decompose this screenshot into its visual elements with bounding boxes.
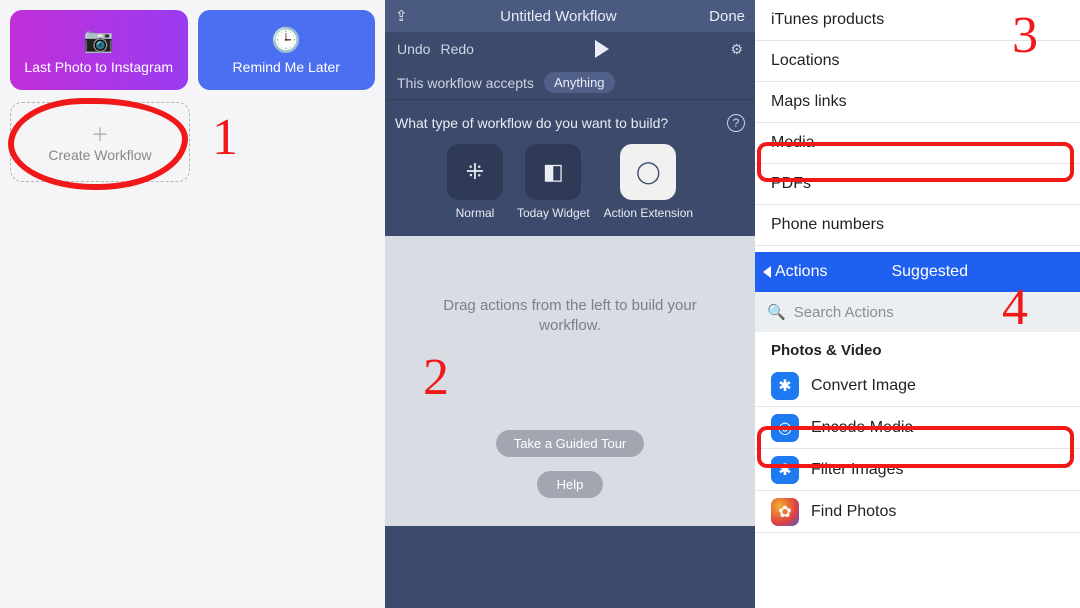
category-item-media[interactable]: Media [755, 123, 1080, 164]
atom-icon: ✱ [771, 372, 799, 400]
build-prompt: What type of workflow do you want to bui… [395, 115, 668, 131]
action-label: Encode Media [811, 419, 913, 437]
panel-actions-browser: iTunes products Locations Maps links Med… [755, 0, 1080, 608]
annotation-number-1: 1 [212, 108, 238, 167]
plus-icon: ＋ [91, 121, 109, 147]
guided-tour-button[interactable]: Take a Guided Tour [496, 430, 645, 457]
header-title: Suggested [787, 263, 1072, 281]
panel-workflow-list: 📷 Last Photo to Instagram 🕒 Remind Me La… [0, 0, 385, 608]
create-label: Create Workflow [48, 147, 151, 163]
tile-remind-me-later[interactable]: 🕒 Remind Me Later [198, 10, 376, 90]
tile-label: Remind Me Later [233, 59, 340, 75]
category-item[interactable]: PDFs [755, 164, 1080, 205]
search-placeholder: Search Actions [794, 304, 894, 321]
workflow-title: Untitled Workflow [408, 8, 710, 25]
action-item-encode-media[interactable]: ◎ Encode Media [755, 407, 1080, 449]
undo-button[interactable]: Undo [397, 41, 430, 57]
create-workflow-button[interactable]: ＋ Create Workflow [10, 102, 190, 182]
category-item[interactable]: Phone numbers [755, 205, 1080, 246]
category-item[interactable]: Maps links [755, 82, 1080, 123]
workflow-type-action-extension[interactable]: ◯ Action Extension [604, 144, 693, 220]
editor-titlebar: ⇪ Untitled Workflow Done [385, 0, 755, 32]
category-item[interactable]: Locations [755, 41, 1080, 82]
share-icon[interactable]: ⇪ [395, 7, 408, 25]
widget-icon: ◧ [525, 144, 581, 200]
type-label: Normal [447, 206, 503, 220]
camera-icon: 📷 [84, 26, 114, 55]
editor-workspace: Drag actions from the left to build your… [385, 236, 755, 526]
action-label: Find Photos [811, 503, 896, 521]
search-actions-input[interactable]: 🔍 Search Actions [755, 292, 1080, 332]
done-button[interactable]: Done [709, 8, 745, 25]
help-button[interactable]: Help [537, 471, 604, 498]
action-item[interactable]: ✱ Filter Images [755, 449, 1080, 491]
play-icon[interactable] [595, 40, 609, 58]
accepts-value[interactable]: Anything [544, 72, 615, 93]
type-label: Today Widget [517, 206, 590, 220]
atom-icon: ✱ [771, 456, 799, 484]
redo-button[interactable]: Redo [440, 41, 473, 57]
action-extension-icon: ◯ [620, 144, 676, 200]
type-label: Action Extension [604, 206, 693, 220]
help-icon[interactable]: ? [727, 114, 745, 132]
encode-icon: ◎ [771, 414, 799, 442]
search-icon: 🔍 [767, 303, 786, 321]
workspace-hint: Drag actions from the left to build your… [415, 296, 725, 337]
action-label: Convert Image [811, 377, 916, 395]
panel-workflow-editor: ⇪ Untitled Workflow Done Undo Redo ⚙ Thi… [385, 0, 755, 608]
workflow-type-today-widget[interactable]: ◧ Today Widget [517, 144, 590, 220]
section-header: Photos & Video [755, 332, 1080, 365]
gear-icon[interactable]: ⚙ [730, 41, 743, 58]
action-item[interactable]: ✿ Find Photos [755, 491, 1080, 533]
workflow-type-normal[interactable]: ⁜ Normal [447, 144, 503, 220]
tile-last-photo-instagram[interactable]: 📷 Last Photo to Instagram [10, 10, 188, 90]
action-item[interactable]: ✱ Convert Image [755, 365, 1080, 407]
accepts-label: This workflow accepts [397, 75, 534, 91]
clock-icon: 🕒 [271, 26, 301, 55]
photos-icon: ✿ [771, 498, 799, 526]
chevron-left-icon [763, 266, 771, 278]
normal-icon: ⁜ [447, 144, 503, 200]
category-item[interactable]: iTunes products [755, 0, 1080, 41]
action-label: Filter Images [811, 461, 903, 479]
tile-label: Last Photo to Instagram [24, 59, 173, 75]
category-list: iTunes products Locations Maps links Med… [755, 0, 1080, 246]
